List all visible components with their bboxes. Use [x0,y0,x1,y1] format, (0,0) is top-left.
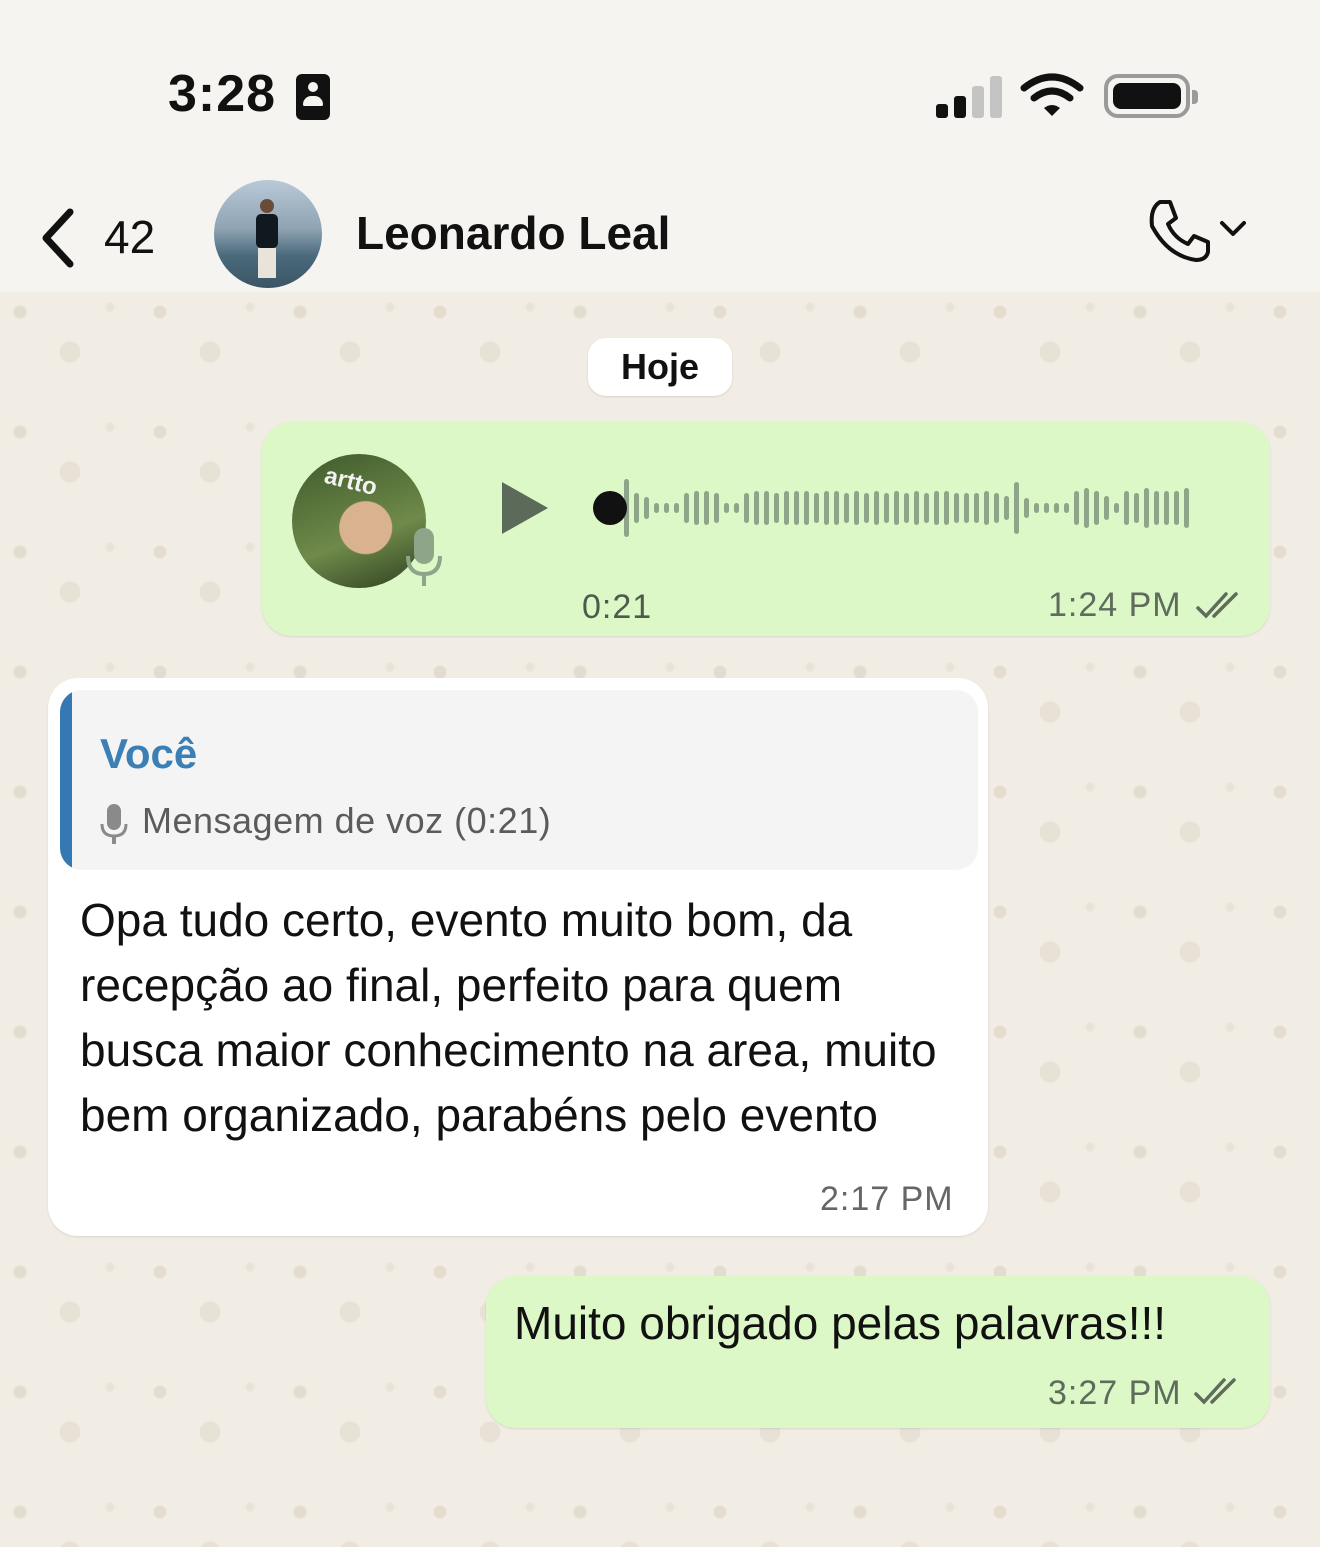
waveform-bar [1174,491,1179,525]
waveform-bar [654,503,659,513]
waveform-bar [1024,498,1029,518]
waveform-bar [874,491,879,525]
waveform-bar [914,491,919,525]
waveform-bar [954,493,959,523]
waveform-bar [764,491,769,525]
chat-header: 42 Leonardo Leal [0,170,1320,292]
outgoing-message-bubble[interactable]: Muito obrigado pelas palavras!!! 3:27 PM [486,1276,1270,1428]
audio-waveform[interactable] [592,472,1232,544]
status-bar: 3:28 [0,0,1320,170]
avatar-text: artto [321,461,380,502]
message-time: 2:17 PM [820,1180,954,1218]
waveform-bar [694,491,699,525]
status-time: 3:28 [168,65,277,123]
waveform-bar [1134,493,1139,523]
double-check-icon [1194,1378,1236,1405]
waveform-bar [704,491,709,525]
waveform-bar [744,493,749,523]
waveform-bar [1124,491,1129,525]
waveform-bar [854,491,859,525]
waveform-bar [784,491,789,525]
message-time: 3:27 PM [1048,1374,1182,1412]
double-check-icon [1196,592,1238,619]
waveform-bar [984,491,989,525]
waveform-bar [924,493,929,523]
waveform-bar [664,503,669,513]
microphone-icon [406,528,442,586]
quote-author: Você [100,730,198,777]
waveform-bar [714,493,719,523]
waveform-bar [684,493,689,523]
waveform-bar [834,491,839,525]
message-text: Opa tudo certo, evento muito bom, da rec… [80,894,937,1141]
waveform-bar [734,503,739,513]
waveform-bar [894,491,899,525]
waveform-bar [964,493,969,523]
waveform-bar [1104,496,1109,520]
waveform-bar [724,503,729,513]
waveform-bar [884,493,889,523]
waveform-bar [994,493,999,523]
chevron-down-icon[interactable] [1218,218,1248,240]
waveform-bar [644,497,649,519]
waveform-bar [1074,491,1079,525]
waveform-bar [904,493,909,523]
contact-name[interactable]: Leonardo Leal [356,206,670,260]
unread-count[interactable]: 42 [104,210,155,264]
quote-accent-bar [60,690,72,870]
wifi-icon [1020,73,1084,116]
waveform-bar [634,493,639,523]
voice-message-bubble[interactable]: artto 0:21 1:24 PM [262,422,1270,636]
id-badge-icon [296,74,330,120]
waveform-bar [1164,491,1169,525]
waveform-bar [1054,503,1059,513]
back-chevron-icon[interactable] [38,208,78,268]
waveform-bar [1064,503,1069,513]
waveform-bar [1034,503,1039,513]
waveform-bar [1014,482,1019,534]
cellular-signal-icon [936,74,1006,118]
waveform-bar [934,491,939,525]
waveform-bar [814,493,819,523]
waveform-bar [1114,503,1119,513]
waveform-bar [774,493,779,523]
play-icon[interactable] [498,480,550,536]
waveform-bar [754,491,759,525]
waveform-bar [804,491,809,525]
waveform-bar [974,493,979,523]
date-separator: Hoje [588,338,732,396]
incoming-message-bubble[interactable]: Você Mensagem de voz (0:21) Opa tudo cer… [48,678,988,1236]
quote-text: Mensagem de voz (0:21) [142,800,552,841]
waveform-bar [824,491,829,525]
waveform-bar [1004,496,1009,520]
waveform-bar [844,493,849,523]
microphone-icon [100,804,128,844]
battery-icon [1104,74,1198,118]
waveform-bar [1184,488,1189,528]
quoted-message[interactable]: Você Mensagem de voz (0:21) [60,690,978,870]
waveform-bar [1084,488,1089,528]
waveform-bar [1154,491,1159,525]
waveform-bar [1094,491,1099,525]
playback-scrubber[interactable] [593,491,627,525]
phone-call-icon[interactable] [1146,198,1210,264]
waveform-bar [1144,488,1149,528]
waveform-bar [944,491,949,525]
waveform-bar [674,503,679,513]
person-silhouette-icon [256,199,278,278]
contact-avatar[interactable] [214,180,322,288]
waveform-bar [794,491,799,525]
waveform-bar [1044,503,1049,513]
voice-duration: 0:21 [582,588,653,626]
message-text: Muito obrigado pelas palavras!!! [514,1297,1167,1349]
message-time: 1:24 PM [1048,586,1182,624]
waveform-bar [864,493,869,523]
